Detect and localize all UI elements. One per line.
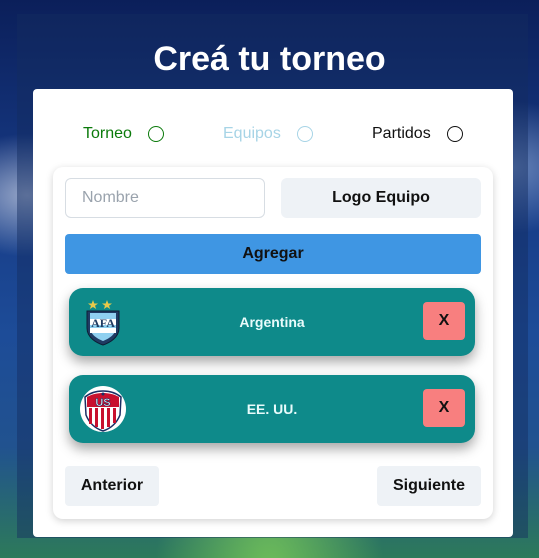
step-equipos[interactable]: Equipos <box>223 125 313 143</box>
page-title: Creá tu torneo <box>153 40 386 78</box>
step-radio-icon <box>296 126 313 142</box>
add-team-button[interactable]: Agregar <box>65 234 481 274</box>
step-label: Torneo <box>83 125 132 142</box>
remove-team-button[interactable]: X <box>423 389 465 427</box>
step-label: Equipos <box>223 125 281 142</box>
team-name: EE. UU. <box>246 401 298 417</box>
afa-crest-icon: AFA <box>86 300 120 346</box>
step-torneo[interactable]: Torneo <box>83 125 164 143</box>
us-soccer-crest-icon: US <box>80 386 126 432</box>
step-partidos[interactable]: Partidos <box>372 125 463 143</box>
previous-button[interactable]: Anterior <box>65 466 159 506</box>
step-radio-icon <box>147 126 164 142</box>
team-item: EE. UU. US X <box>69 375 475 443</box>
step-radio-icon <box>446 126 463 142</box>
teams-card: Logo Equipo Agregar Argentina AFA X EE. … <box>53 167 493 519</box>
step-indicator: Torneo Equipos Partidos <box>33 125 513 145</box>
wizard-panel: Torneo Equipos Partidos Logo Equipo Agre… <box>33 89 513 537</box>
remove-team-button[interactable]: X <box>423 302 465 340</box>
svg-text:AFA: AFA <box>91 316 115 330</box>
svg-text:US: US <box>95 397 110 409</box>
team-name: Argentina <box>239 314 305 330</box>
step-label: Partidos <box>372 125 431 142</box>
team-item: Argentina AFA X <box>69 288 475 356</box>
next-button[interactable]: Siguiente <box>377 466 481 506</box>
logo-upload-button[interactable]: Logo Equipo <box>281 178 481 218</box>
team-name-input[interactable] <box>65 178 265 218</box>
